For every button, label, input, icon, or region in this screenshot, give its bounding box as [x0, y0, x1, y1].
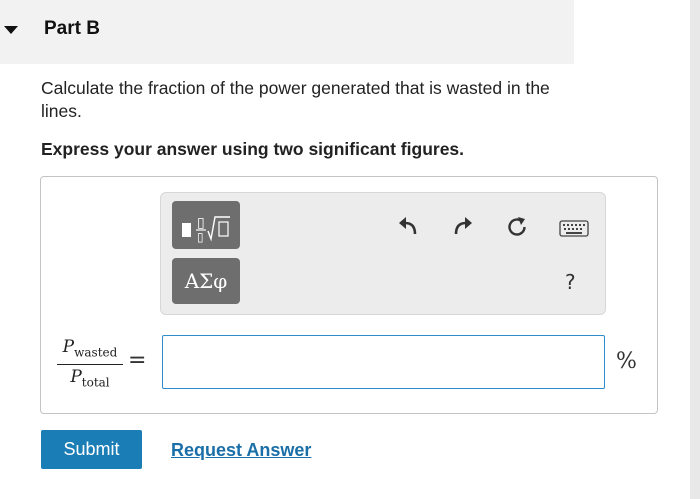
svg-text:▯: ▯: [197, 215, 205, 231]
part-header[interactable]: Part B: [0, 0, 574, 64]
question-text: Calculate the fraction of the power gene…: [41, 78, 550, 121]
part-title: Part B: [44, 18, 100, 39]
reset-icon[interactable]: [505, 215, 529, 239]
instruction-text: Express your answer using two significan…: [41, 139, 465, 159]
answer-input[interactable]: [162, 335, 605, 389]
undo-icon[interactable]: [397, 215, 419, 237]
equals-sign: =: [128, 348, 147, 373]
templates-icon: ▯ ▯: [182, 215, 230, 244]
greek-letters-icon: ΑΣφ: [184, 269, 228, 293]
fraction-denominator: Ptotal: [70, 367, 110, 390]
help-icon[interactable]: ?: [565, 270, 576, 294]
greek-letters-button[interactable]: ΑΣφ: [172, 258, 240, 304]
fraction-bar: [57, 364, 123, 365]
submit-button[interactable]: Submit: [41, 430, 142, 469]
keyboard-icon[interactable]: [559, 220, 589, 238]
collapse-caret-icon[interactable]: [4, 26, 18, 34]
answer-label-fraction: Pwasted Ptotal: [57, 337, 123, 389]
request-answer-link[interactable]: Request Answer: [171, 440, 311, 461]
unit-label: %: [616, 349, 637, 374]
svg-text:▯: ▯: [197, 230, 204, 244]
window-edge: [690, 0, 700, 499]
fraction-numerator: Pwasted: [62, 337, 118, 360]
templates-button[interactable]: ▯ ▯: [172, 201, 240, 249]
redo-icon[interactable]: [452, 215, 474, 237]
